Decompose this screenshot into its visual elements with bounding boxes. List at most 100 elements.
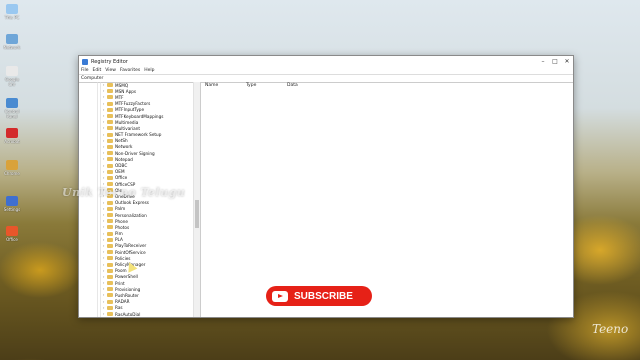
tree-scrollbar[interactable] [193,82,200,317]
tree-key-label: Phone [115,218,128,224]
column-data[interactable]: Data [287,82,298,89]
desktop-icon-label: Network [3,45,21,50]
close-button[interactable]: ✕ [561,58,573,65]
tree-key-label: Pim [115,231,123,237]
desktop-icon-label: This PC [4,15,20,20]
subscribe-label: SUBSCRIBE [294,290,353,302]
tree-key-label: MTFKeyboardMappings [115,113,164,119]
window-title: Registry Editor [91,58,128,65]
tree-key-label: PowerShell [115,274,138,280]
desktop-icon-label: Google Chr [4,77,20,87]
folder-icon [107,175,113,180]
folder-icon [107,281,113,286]
desktop-icon[interactable]: Control Panel [2,98,22,119]
tree-key-label: Outlook Express [115,200,149,206]
folder-icon [107,157,113,162]
values-pane[interactable]: Name Type Data [201,82,573,317]
folder-icon [107,126,113,131]
folder-icon [107,243,113,248]
brand-logo: Teeno [592,322,629,336]
folder-icon [107,237,113,242]
tree-key-label: MTFInputType [115,107,145,113]
folder-icon [107,305,113,310]
menu-help[interactable]: Help [144,67,154,74]
tree-key-label: Non-Driver Signing [115,150,155,156]
folder-icon [107,138,113,143]
tree-key-label: Print [115,280,125,286]
tree-key-label: ODBC [115,163,128,169]
tree-key-label: NetSh [115,138,128,144]
tree-key-label: Personalization [115,212,147,218]
folder-icon [107,225,113,230]
folder-icon [107,231,113,236]
folder-icon [107,163,113,168]
key-tree[interactable]: › MSMQ › MSN Apps › MTF › MTFFuzzyFactors › MTFIn… [79,82,201,317]
desktop-icon-glyph [6,226,18,236]
folder-icon [107,132,113,137]
tree-key-label: RasAutoDial [115,311,141,317]
tree-key-label: MSMQ [115,82,129,88]
registry-editor-icon [82,58,88,65]
folder-icon [107,268,113,273]
tree-key-label: Ras [115,305,123,311]
folder-icon [107,287,113,292]
subscribe-button[interactable]: SUBSCRIBE [266,286,372,306]
desktop-icon[interactable]: Settings [2,196,22,212]
desktop-icon[interactable]: Network [2,34,22,50]
tree-key-label: MSN Apps [115,88,137,94]
tree-key-label: PushRouter [115,292,139,298]
tree-key-label: Photos [115,224,130,230]
tree-key-label: NET Framework Setup [115,132,162,138]
menu-favorites[interactable]: Favorites [120,67,140,74]
folder-icon [107,293,113,298]
editor-panes: › MSMQ › MSN Apps › MTF › MTFFuzzyFactors › MTFIn… [79,82,573,317]
desktop-icon[interactable]: Chrome [2,160,22,176]
desktop-icon-label: Office [6,237,18,242]
tree-key-label: MTFFuzzyFactors [115,101,151,107]
column-type[interactable]: Type [246,82,287,89]
folder-icon [107,144,113,149]
folder-icon [107,213,113,218]
folder-icon [107,151,113,156]
tree-key[interactable]: › RasAutoDial [103,311,163,317]
desktop-icon-label: Settings [3,207,21,212]
tree-key-label: PlayToReceiver [115,243,147,249]
folder-icon [107,262,113,267]
folder-icon [107,256,113,261]
channel-watermark: Unik Tecno Telugu [62,186,186,199]
folder-icon [107,200,113,205]
folder-icon [107,83,113,88]
tree-key-label: Network [115,144,133,150]
menu-view[interactable]: View [105,67,116,74]
folder-icon [107,101,113,106]
tree-key-label: Policies [115,255,131,261]
title-bar[interactable]: Registry Editor – □ ✕ [79,56,573,67]
folder-icon [107,219,113,224]
desktop-icon[interactable]: Acrobat [2,128,22,144]
minimize-button[interactable]: – [537,58,549,65]
tree-key-label: Multivariant [115,125,141,131]
desktop-icon-glyph [6,66,18,76]
maximize-button[interactable]: □ [549,58,561,65]
folder-icon [107,114,113,119]
folder-icon [107,120,113,125]
desktop-icon[interactable]: Google Chr [2,66,22,87]
tree-key-label: Office [115,175,128,181]
desktop-icon-label: Chrome [4,171,20,176]
tree-key-label: Poom [115,268,127,274]
desktop-icon[interactable]: Office [2,226,22,242]
tree-key-label: PointOfService [115,249,146,255]
folder-icon [107,107,113,112]
tree-key-label: Notepad [115,156,133,162]
desktop-icon-glyph [6,196,18,206]
folder-icon [107,206,113,211]
scroll-thumb[interactable] [195,200,199,228]
desktop-icon[interactable]: This PC [2,4,22,20]
desktop-icon-glyph [6,128,18,138]
column-name[interactable]: Name [205,82,246,89]
menu-file[interactable]: File [81,67,89,74]
desktop-icon-glyph [6,98,18,108]
menu-edit[interactable]: Edit [93,67,102,74]
tree-key-label: Provisioning [115,286,141,292]
folder-icon [107,95,113,100]
